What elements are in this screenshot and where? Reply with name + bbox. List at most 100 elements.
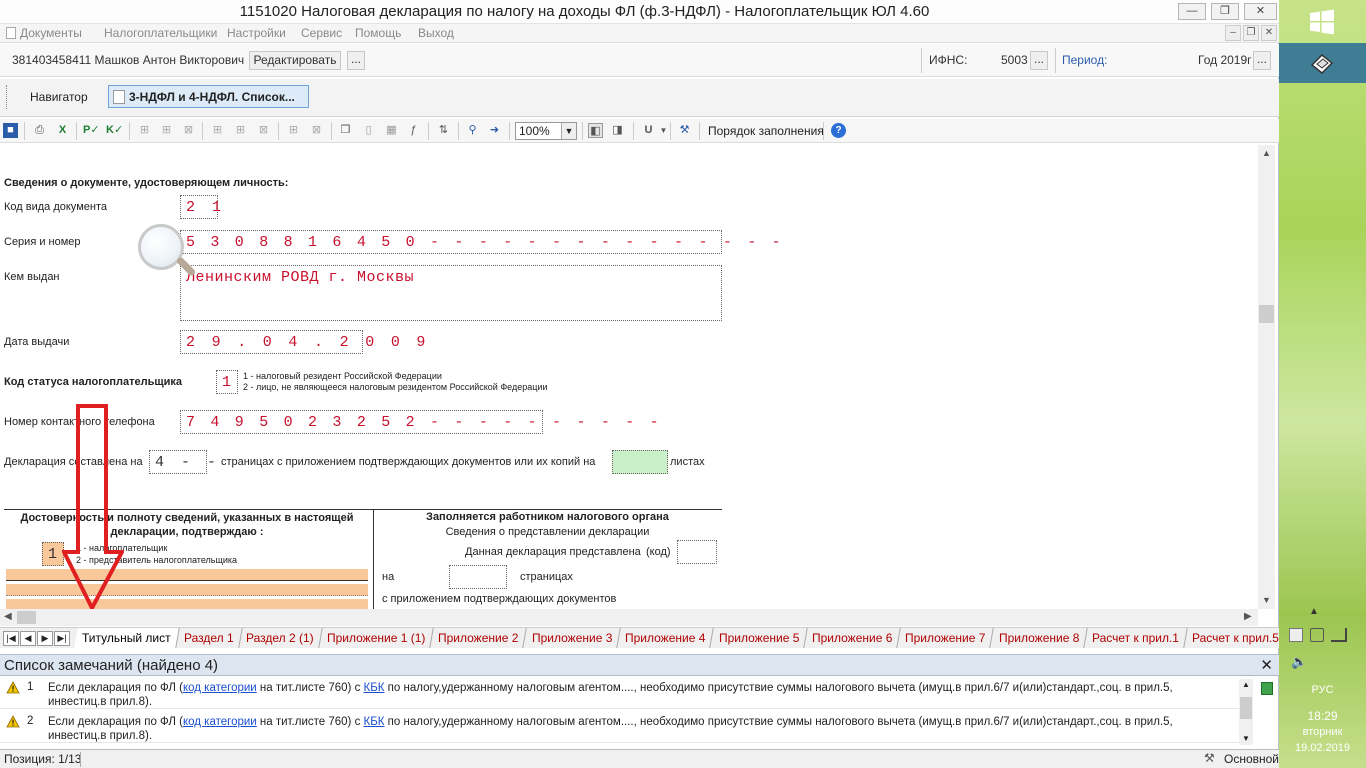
chevron-up-icon[interactable]: ▲ <box>1309 606 1319 617</box>
underline-icon[interactable]: U <box>641 123 656 138</box>
close-icon[interactable]: ✕ <box>1260 656 1273 674</box>
first-sheet-button[interactable]: |◀ <box>3 631 19 646</box>
menu-documents[interactable]: Документы <box>6 26 82 40</box>
calculate-icon[interactable]: ❒ <box>338 123 353 138</box>
remarks-scrollbar[interactable]: ▲ ▼ <box>1239 679 1253 745</box>
category-code-link[interactable]: код категории <box>183 716 257 728</box>
list-item[interactable]: 2 Если декларация по ФЛ (код категории н… <box>0 711 1240 743</box>
delete-page-icon[interactable]: ⊠ <box>256 123 271 138</box>
signal-icon[interactable] <box>1331 628 1347 642</box>
tab-title-sheet[interactable]: Титульный лист <box>74 628 180 648</box>
save-icon[interactable]: ■ <box>3 123 18 138</box>
tab-calc-appendix-1[interactable]: Расчет к прил.1 <box>1084 628 1188 648</box>
tools-icon[interactable]: ⚒ <box>677 123 692 138</box>
scroll-thumb[interactable] <box>1259 305 1274 323</box>
zoom-select[interactable]: 100% ▼ <box>515 122 577 140</box>
insert-page-icon[interactable]: ⊞ <box>233 123 248 138</box>
tab-section-2[interactable]: Раздел 2 (1) <box>238 628 323 648</box>
kbk-link[interactable]: КБК <box>364 716 385 728</box>
print-icon[interactable]: ⎙ <box>32 123 47 138</box>
help-icon[interactable]: ? <box>831 123 846 138</box>
check-icon[interactable]: P✓ <box>83 123 100 138</box>
delete-sheet-icon[interactable]: ⊠ <box>309 123 324 138</box>
phone-field[interactable]: 7 4 9 5 0 2 3 2 5 2 - - - - - - - - - - <box>180 410 659 434</box>
issue-date-field[interactable]: 2 9 . 0 4 . 2 0 0 9 <box>180 330 425 354</box>
tab-appendix-5[interactable]: Приложение 5 <box>710 628 808 648</box>
language-indicator[interactable]: РУС <box>1279 684 1366 696</box>
insert-row-icon[interactable]: ⊞ <box>159 123 174 138</box>
scroll-down-icon[interactable]: ▼ <box>1242 734 1250 743</box>
tab-appendix-2[interactable]: Приложение 2 <box>430 628 528 648</box>
navigator-label[interactable]: Навигатор <box>30 90 88 104</box>
doc-type-field[interactable]: 2 1 <box>180 195 221 219</box>
tab-appendix-8[interactable]: Приложение 8 <box>990 628 1088 648</box>
mdi-minimize-button[interactable]: – <box>1225 25 1241 41</box>
taxpayer-select-button[interactable]: ... <box>347 51 365 70</box>
category-code-link[interactable]: код категории <box>183 682 257 694</box>
pages-field[interactable]: 4 - - <box>149 450 216 474</box>
kbk-link[interactable]: КБК <box>364 682 385 694</box>
minimize-button[interactable]: — <box>1178 3 1206 20</box>
chevron-down-icon[interactable]: ▼ <box>656 123 671 138</box>
edit-button[interactable]: Редактировать <box>249 51 341 70</box>
volume-icon[interactable]: 🔈 <box>1291 654 1307 670</box>
signatory-name-field[interactable] <box>6 569 368 581</box>
add-page-icon[interactable]: ⊞ <box>210 123 225 138</box>
sheets-field[interactable] <box>612 450 668 474</box>
export-icon[interactable] <box>1261 682 1273 695</box>
next-icon[interactable]: ➜ <box>487 123 502 138</box>
scroll-thumb[interactable] <box>17 611 36 624</box>
tab-calc-appendix-5[interactable]: Расчет к прил.5 <box>1184 628 1288 648</box>
flag-icon[interactable] <box>1289 628 1303 642</box>
next-sheet-button[interactable]: ▶ <box>37 631 53 646</box>
tab-section-1[interactable]: Раздел 1 <box>175 628 243 648</box>
menu-taxpayers[interactable]: Налогоплательщики <box>104 26 217 40</box>
view-mode-icon[interactable]: ◧ <box>588 123 603 138</box>
list-item[interactable]: 1 Если декларация по ФЛ (код категории н… <box>0 677 1240 709</box>
scroll-down-icon[interactable]: ▼ <box>1262 595 1271 605</box>
ifns-select-button[interactable]: ... <box>1030 51 1048 70</box>
clock-time[interactable]: 18:29 <box>1279 709 1366 723</box>
issued-by-field[interactable]: Ленинским РОВД г. Москвы <box>180 265 722 321</box>
signatory-name-field[interactable] <box>6 599 368 609</box>
tab-appendix-1[interactable]: Приложение 1 (1) <box>319 628 435 648</box>
scroll-right-icon[interactable]: ▶ <box>1244 611 1252 622</box>
page-icon[interactable]: ▯ <box>361 123 376 138</box>
taskbar-app-button[interactable] <box>1279 43 1366 83</box>
control-icon[interactable]: K✓ <box>106 123 123 138</box>
scroll-left-icon[interactable]: ◀ <box>4 611 12 622</box>
close-button[interactable]: ✕ <box>1244 3 1277 20</box>
menu-settings[interactable]: Настройки <box>227 26 286 40</box>
tab-appendix-7[interactable]: Приложение 7 <box>897 628 995 648</box>
horizontal-scrollbar[interactable]: ◀ ▶ <box>0 609 1258 626</box>
excel-icon[interactable]: X <box>55 123 70 138</box>
last-sheet-button[interactable]: ▶| <box>54 631 70 646</box>
add-row-icon[interactable]: ⊞ <box>137 123 152 138</box>
layout-icon[interactable]: ◨ <box>610 123 625 138</box>
formula-icon[interactable]: ƒ <box>406 123 421 138</box>
tab-appendix-6[interactable]: Приложение 6 <box>804 628 902 648</box>
menu-help[interactable]: Помощь <box>355 26 401 40</box>
find-icon[interactable]: ⚲ <box>465 123 480 138</box>
network-icon[interactable] <box>1310 628 1324 642</box>
signatory-name-field[interactable] <box>6 584 368 596</box>
table-icon[interactable]: ▦ <box>384 123 399 138</box>
scroll-up-icon[interactable]: ▲ <box>1242 680 1250 689</box>
tab-appendix-3[interactable]: Приложение 3 <box>523 628 621 648</box>
scroll-thumb[interactable] <box>1240 697 1252 719</box>
tab-3ndfl-list[interactable]: 3-НДФЛ и 4-НДФЛ. Список... <box>108 85 309 108</box>
mdi-restore-button[interactable]: ❐ <box>1243 25 1259 41</box>
prev-sheet-button[interactable]: ◀ <box>20 631 36 646</box>
add-sheet-icon[interactable]: ⊞ <box>286 123 301 138</box>
menu-service[interactable]: Сервис <box>301 26 342 40</box>
restore-button[interactable]: ❐ <box>1211 3 1239 20</box>
sort-icon[interactable]: ⇅ <box>436 123 451 138</box>
period-select-button[interactable]: ... <box>1253 51 1271 70</box>
reliability-field[interactable]: 1 <box>42 542 64 566</box>
mdi-close-button[interactable]: ✕ <box>1261 25 1277 41</box>
tab-appendix-4[interactable]: Приложение 4 <box>617 628 715 648</box>
fill-order-button[interactable]: Порядок заполнения <box>708 124 824 138</box>
start-button[interactable] <box>1279 0 1366 43</box>
series-number-field[interactable]: 5 3 0 8 8 1 6 4 5 0 - - - - - - - - - - … <box>180 230 781 254</box>
scroll-up-icon[interactable]: ▲ <box>1262 148 1271 158</box>
